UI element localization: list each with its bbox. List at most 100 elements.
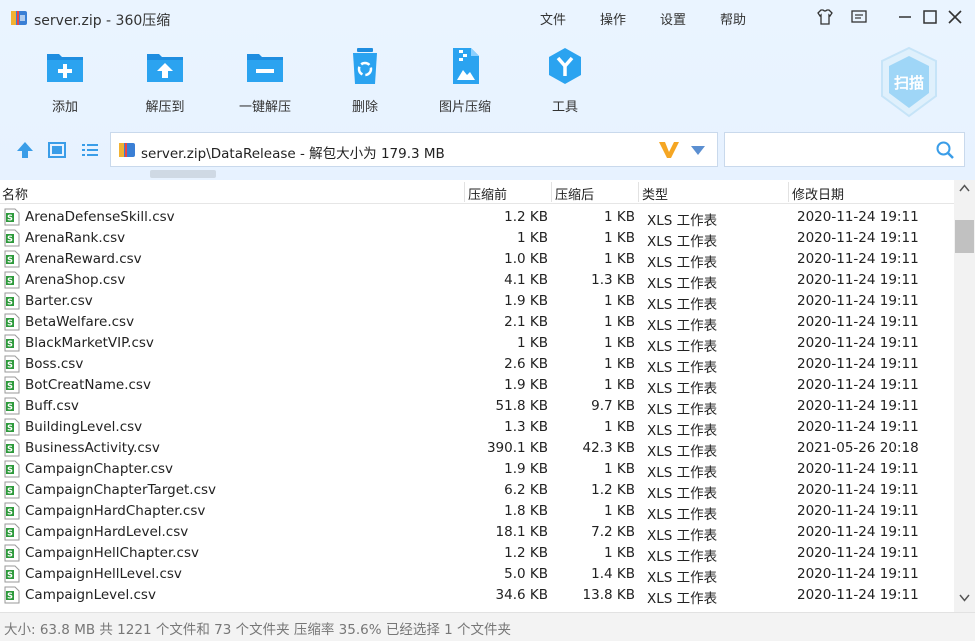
table-row[interactable]: S Barter.csv 1.9 KB 1 KB XLS 工作表 2020-11-24 1…: [0, 291, 954, 313]
column-divider[interactable]: [788, 182, 789, 202]
column-header-modified[interactable]: 修改日期: [792, 184, 844, 203]
column-divider[interactable]: [464, 182, 465, 202]
chevron-down-icon[interactable]: [691, 146, 705, 155]
minimize-icon[interactable]: [896, 8, 914, 26]
file-type: XLS 工作表: [647, 234, 718, 250]
table-row[interactable]: S ArenaDefenseSkill.csv 1.2 KB 1 KB XLS 工作表 2…: [0, 207, 954, 229]
image-compress-icon: [453, 48, 479, 84]
svg-text:S: S: [7, 466, 13, 475]
tab-indicator: [150, 170, 216, 178]
table-row[interactable]: S BusinessActivity.csv 390.1 KB 42.3 KB XLS …: [0, 438, 954, 460]
menu-settings[interactable]: 设置: [660, 9, 686, 28]
file-name: CampaignHellLevel.csv: [25, 566, 182, 582]
svg-text:S: S: [7, 361, 13, 370]
modified-date: 2020-11-24 19:11: [797, 566, 919, 582]
skin-icon[interactable]: [816, 8, 834, 26]
csv-file-icon: S: [4, 460, 20, 478]
table-row[interactable]: S CampaignHardLevel.csv 18.1 KB 7.2 KB XLS 工…: [0, 522, 954, 544]
list-view-icon[interactable]: [79, 139, 101, 161]
table-row[interactable]: S BlackMarketVIP.csv 1 KB 1 KB XLS 工作表 2020-1…: [0, 333, 954, 355]
table-row[interactable]: S CampaignHellChapter.csv 1.2 KB 1 KB XLS 工作…: [0, 543, 954, 565]
table-row[interactable]: S ArenaReward.csv 1.0 KB 1 KB XLS 工作表 2020-11…: [0, 249, 954, 271]
search-input[interactable]: [724, 132, 965, 167]
address-bar[interactable]: server.zip\DataRelease - 解包大小为 179.3 MB: [110, 132, 718, 167]
original-size: 1.2 KB: [504, 209, 548, 225]
file-name: BlackMarketVIP.csv: [25, 335, 154, 351]
table-row[interactable]: S BotCreatName.csv 1.9 KB 1 KB XLS 工作表 2020-1…: [0, 375, 954, 397]
csv-file-icon: S: [4, 229, 20, 247]
original-size: 4.1 KB: [504, 272, 548, 288]
scan-label[interactable]: 扫描: [878, 72, 940, 93]
extract-to-button[interactable]: 解压到: [123, 46, 207, 116]
file-list[interactable]: 名称 压缩前 压缩后 类型 修改日期 S ArenaDefenseSkill.cs…: [0, 180, 975, 612]
column-divider[interactable]: [638, 182, 639, 202]
file-type: XLS 工作表: [647, 591, 718, 607]
maximize-icon[interactable]: [921, 8, 939, 26]
compressed-size: 1 KB: [604, 293, 635, 309]
table-row[interactable]: S BetaWelfare.csv 2.1 KB 1 KB XLS 工作表 2020-11…: [0, 312, 954, 334]
compressed-size: 1.3 KB: [591, 272, 635, 288]
menu-help[interactable]: 帮助: [720, 9, 746, 28]
search-icon[interactable]: [935, 140, 955, 160]
compressed-size: 1 KB: [604, 251, 635, 267]
add-label: 添加: [51, 100, 78, 115]
scroll-up-icon[interactable]: [959, 184, 970, 192]
original-size: 1.9 KB: [504, 377, 548, 393]
vertical-scrollbar[interactable]: [954, 180, 975, 612]
csv-file-icon: S: [4, 271, 20, 289]
modified-date: 2020-11-24 19:11: [797, 314, 919, 330]
vip-v-icon[interactable]: [657, 139, 681, 161]
column-header-type[interactable]: 类型: [642, 184, 668, 203]
compressed-size: 1 KB: [604, 209, 635, 225]
file-name: ArenaReward.csv: [25, 251, 142, 267]
feedback-icon[interactable]: [850, 8, 868, 26]
column-header-name[interactable]: 名称: [2, 184, 28, 203]
svg-text:S: S: [7, 382, 13, 391]
file-name: Buff.csv: [25, 398, 79, 414]
table-row[interactable]: S Buff.csv 51.8 KB 9.7 KB XLS 工作表 2020-11-24 …: [0, 396, 954, 418]
tools-button[interactable]: 工具: [523, 46, 607, 116]
modified-date: 2020-11-24 19:11: [797, 419, 919, 435]
menu-file[interactable]: 文件: [540, 9, 566, 28]
scroll-thumb[interactable]: [955, 220, 974, 253]
column-divider[interactable]: [551, 182, 552, 202]
column-header-original-size[interactable]: 压缩前: [468, 184, 507, 203]
modified-date: 2020-11-24 19:11: [797, 503, 919, 519]
thumbnail-view-icon[interactable]: [46, 139, 68, 161]
table-row[interactable]: S CampaignLevel.csv 34.6 KB 13.8 KB XLS 工作表 2…: [0, 585, 954, 607]
file-type: XLS 工作表: [647, 528, 718, 544]
table-row[interactable]: S CampaignChapterTarget.csv 6.2 KB 1.2 KB XL…: [0, 480, 954, 502]
svg-text:S: S: [7, 298, 13, 307]
table-row[interactable]: S CampaignHellLevel.csv 5.0 KB 1.4 KB XLS 工作…: [0, 564, 954, 586]
delete-label: 删除: [351, 100, 378, 115]
table-row[interactable]: S CampaignHardChapter.csv 1.8 KB 1 KB XLS 工作…: [0, 501, 954, 523]
image-compress-button[interactable]: 图片压缩: [423, 46, 507, 116]
delete-button[interactable]: 删除: [323, 46, 407, 116]
add-button[interactable]: 添加: [23, 46, 107, 116]
file-name: ArenaShop.csv: [25, 272, 126, 288]
table-row[interactable]: S BuildingLevel.csv 1.3 KB 1 KB XLS 工作表 2020-…: [0, 417, 954, 439]
table-row[interactable]: S ArenaShop.csv 4.1 KB 1.3 KB XLS 工作表 2020-11…: [0, 270, 954, 292]
close-icon[interactable]: [946, 8, 964, 26]
svg-text:S: S: [7, 214, 13, 223]
compressed-size: 1 KB: [604, 503, 635, 519]
original-size: 1 KB: [517, 230, 548, 246]
csv-file-icon: S: [4, 292, 20, 310]
scroll-down-icon[interactable]: [959, 594, 970, 602]
one-click-extract-button[interactable]: 一键解压: [223, 46, 307, 116]
csv-file-icon: S: [4, 334, 20, 352]
csv-file-icon: S: [4, 208, 20, 226]
modified-date: 2020-11-24 19:11: [797, 272, 919, 288]
svg-text:S: S: [7, 340, 13, 349]
tools-label: 工具: [551, 100, 578, 115]
up-folder-icon[interactable]: [14, 139, 36, 161]
table-row[interactable]: S Boss.csv 2.6 KB 1 KB XLS 工作表 2020-11-24 19:…: [0, 354, 954, 376]
table-row[interactable]: S ArenaRank.csv 1 KB 1 KB XLS 工作表 2020-11-24 …: [0, 228, 954, 250]
csv-file-icon: S: [4, 397, 20, 415]
column-header-compressed-size[interactable]: 压缩后: [555, 184, 594, 203]
menu-operation[interactable]: 操作: [600, 9, 626, 28]
compressed-size: 1.4 KB: [591, 566, 635, 582]
original-size: 1.8 KB: [504, 503, 548, 519]
file-type: XLS 工作表: [647, 255, 718, 271]
table-row[interactable]: S CampaignChapter.csv 1.9 KB 1 KB XLS 工作表 202…: [0, 459, 954, 481]
